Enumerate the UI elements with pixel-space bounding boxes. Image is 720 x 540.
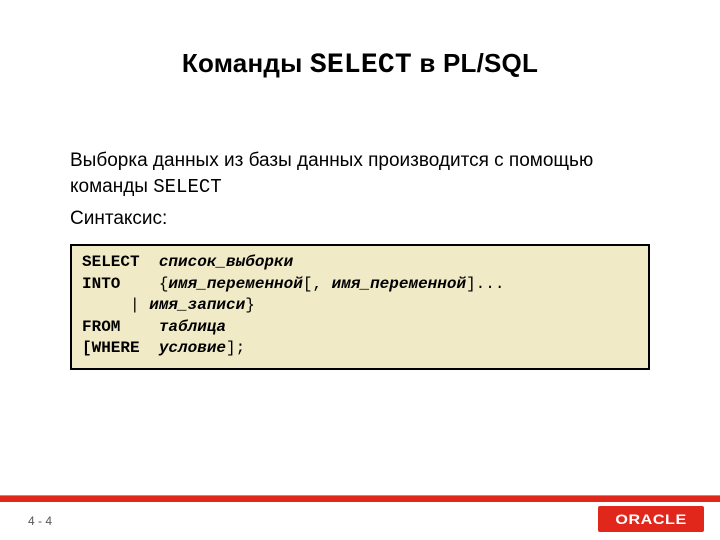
body-line-2: Синтаксис: [70,206,660,232]
slide: Команды SELECT в PL/SQL Выборка данных и… [0,0,720,540]
footer-divider [0,496,720,502]
code-kw-from: FROM [82,318,159,336]
code-arg-cond: условие [159,339,226,357]
code-arg-var1: имя_переменной [168,275,302,293]
code-punct: ]... [466,275,504,293]
code-punct: { [159,275,169,293]
slide-title: Команды SELECT в PL/SQL [0,48,720,81]
code-kw-select: SELECT [82,253,159,271]
title-keyword: SELECT [310,50,412,81]
code-punct: [, [303,275,332,293]
code-punct: | [130,296,149,314]
body-line-1-text: Выборка данных из базы данных производит… [70,150,593,197]
code-arg-select-list: список_выборки [159,253,293,271]
code-punct: } [245,296,255,314]
title-suffix: в PL/SQL [412,48,538,78]
code-pad [82,296,130,314]
oracle-logo-text: ORACLE [615,511,686,527]
body-text: Выборка данных из базы данных производит… [70,148,660,238]
code-arg-record: имя_записи [149,296,245,314]
body-line-1: Выборка данных из базы данных производит… [70,148,660,200]
code-arg-var2: имя_переменной [332,275,466,293]
code-kw-into: INTO [82,275,159,293]
title-prefix: Команды [182,48,310,78]
code-arg-table: таблица [159,318,226,336]
syntax-code-block: SELECT список_выборки INTO {имя_переменн… [70,244,650,370]
code-kw-where: [WHERE [82,339,159,357]
code-punct: ]; [226,339,245,357]
oracle-logo: ORACLE [598,506,704,532]
body-line-1-keyword: SELECT [153,176,221,198]
page-number: 4 - 4 [28,514,52,528]
